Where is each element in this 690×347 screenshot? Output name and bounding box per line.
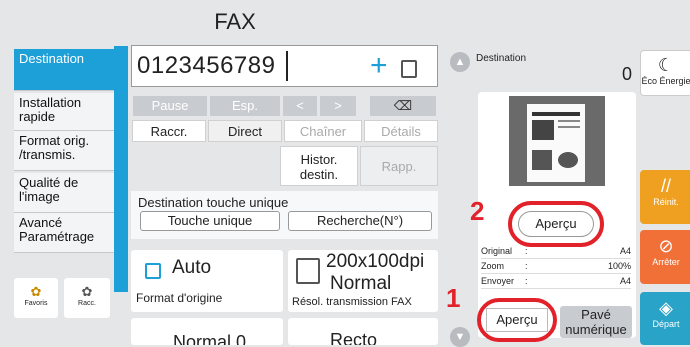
duplex-card[interactable]: Recto <box>288 318 438 345</box>
thumbnail-graphic <box>558 152 578 168</box>
marker-ring-2 <box>508 201 604 247</box>
eco-energy-label: Éco Énergie <box>641 76 690 86</box>
original-size-caption: Format d'origine <box>136 291 223 305</box>
duplex-value: Recto <box>330 330 378 345</box>
text-caret <box>286 51 288 81</box>
start-label: Départ <box>652 319 680 329</box>
info-value: A4 <box>619 246 631 256</box>
shortcut-icon: ✿ <box>81 284 93 299</box>
original-size-value: Auto <box>172 257 212 278</box>
fax-number-value: 0123456789 <box>137 52 276 79</box>
thumbnail-chart <box>532 150 552 170</box>
stop-button[interactable]: ⊘ Arrêter <box>640 230 690 284</box>
density-value: Normal 0 <box>173 332 247 345</box>
favorites-icon: ✿ <box>30 284 42 299</box>
sidebar-indicator <box>114 46 128 292</box>
info-label: Envoyer <box>481 276 515 286</box>
resolution-mode: Normal <box>330 273 392 294</box>
thumbnail-title-bar <box>532 112 580 116</box>
info-row-original: Original: A4 <box>481 246 631 259</box>
info-value: A4 <box>619 276 631 286</box>
marker-ring-1 <box>477 298 557 342</box>
info-row-envoyer: Envoyer: A4 <box>481 276 631 289</box>
history-destination-button[interactable]: Histor. destin. <box>280 146 358 186</box>
cursor-right-key[interactable]: > <box>320 96 356 116</box>
marker-number-2: 2 <box>470 196 485 226</box>
shortcut-button[interactable]: ✿ Racc. <box>64 278 110 318</box>
info-label: Zoom <box>481 261 505 271</box>
eco-energy-button[interactable]: ☾ Éco Énergie <box>640 50 690 96</box>
destination-heading: Destination <box>476 53 527 64</box>
moon-icon: ☾ <box>657 55 675 75</box>
destination-count: 0 <box>622 64 633 84</box>
address-book-icon[interactable] <box>401 60 417 78</box>
sidebar-item-installation-rapide[interactable]: Installation rapide <box>14 93 114 131</box>
sidebar-item-label: Installation rapide <box>19 95 82 124</box>
cursor-left-key[interactable]: < <box>283 96 317 116</box>
sidebar-item-avance-parametrage[interactable]: Avancé Paramétrage <box>14 213 114 253</box>
favorites-button[interactable]: ✿ Favoris <box>14 278 58 318</box>
scroll-down-button[interactable]: ▼ <box>450 327 470 347</box>
sidebar-item-format-orig[interactable]: Format orig. /transmis. <box>14 131 114 171</box>
info-value: 100% <box>607 261 631 271</box>
original-size-icon <box>145 263 161 279</box>
sidebar-item-qualite-image[interactable]: Qualité de l'image <box>14 173 114 213</box>
reset-icon: // <box>660 176 671 196</box>
info-row-zoom: Zoom: 100% <box>481 261 631 274</box>
info-separator: : <box>525 276 528 286</box>
info-label: Original <box>481 246 513 256</box>
sidebar-item-label: Format orig. /transmis. <box>19 133 90 162</box>
thumbnail-image <box>532 120 554 140</box>
space-key[interactable]: Esp. <box>210 96 280 116</box>
sidebar-item-destination[interactable]: Destination <box>14 49 114 91</box>
sidebar-item-label: Qualité de l'image <box>19 175 79 204</box>
info-separator: : <box>525 261 528 271</box>
density-card[interactable]: Normal 0 <box>131 318 283 345</box>
reset-label: Réinit. <box>653 197 679 207</box>
details-button[interactable]: Détails <box>364 120 438 142</box>
start-icon: ◈ <box>659 298 673 318</box>
pause-key[interactable]: Pause <box>133 96 207 116</box>
tab-chainer[interactable]: Chaîner <box>284 120 362 142</box>
marker-number-1: 1 <box>446 283 461 313</box>
reset-button[interactable]: // Réinit. <box>640 170 690 224</box>
thumbnail-text-line <box>558 126 580 128</box>
one-touch-heading: Destination touche unique <box>138 195 289 210</box>
search-number-button[interactable]: Recherche(N°) <box>288 211 432 231</box>
stop-icon: ⊘ <box>658 236 674 256</box>
resolution-value: 200x100dpi <box>326 251 425 272</box>
recall-button[interactable]: Rapp. <box>360 146 438 186</box>
info-separator: : <box>525 246 528 256</box>
numeric-keypad-button[interactable]: Pavé numérique <box>560 306 632 338</box>
add-destination-icon[interactable]: + <box>370 49 388 83</box>
thumbnail-text-line <box>558 120 580 122</box>
shortcut-label: Racc. <box>78 300 96 307</box>
tab-raccr[interactable]: Raccr. <box>132 120 206 142</box>
resolution-caption: Résol. transmission FAX <box>292 296 412 308</box>
sidebar-item-label: Destination <box>19 51 85 66</box>
start-button[interactable]: ◈ Départ <box>640 292 690 345</box>
one-touch-key-button[interactable]: Touche unique <box>140 211 280 231</box>
scroll-up-button[interactable]: ▲ <box>450 52 470 72</box>
backspace-key[interactable]: ⌫ <box>370 96 436 116</box>
stop-label: Arrêter <box>652 257 680 267</box>
resolution-icon <box>296 258 320 284</box>
favorites-label: Favoris <box>24 300 48 307</box>
tab-direct[interactable]: Direct <box>208 120 282 142</box>
screen-title: FAX <box>214 9 256 34</box>
sidebar-item-label: Avancé Paramétrage <box>19 215 95 244</box>
